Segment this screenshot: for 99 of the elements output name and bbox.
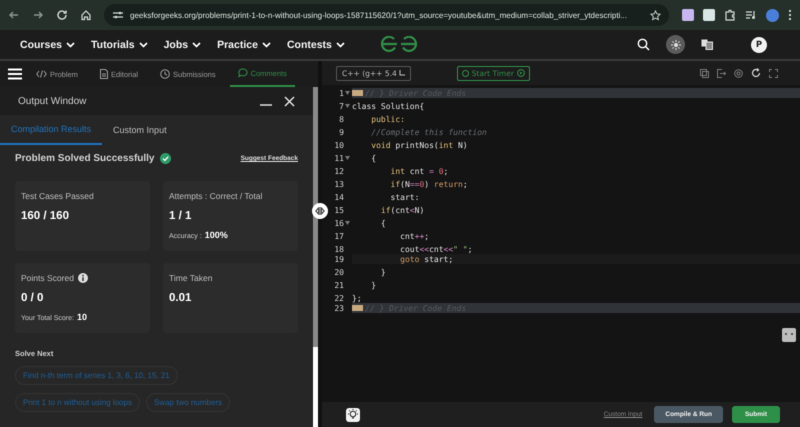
line-number: 1 [339,88,344,98]
card-value: 0 / 0 [21,292,44,304]
fold-arrow-icon[interactable] [345,91,350,95]
code-line: if(N==0) return; [390,180,468,188]
resize-arrows-icon[interactable] [315,207,325,215]
fold-arrow-icon[interactable] [345,221,350,225]
robot-icon[interactable] [782,328,796,342]
nav-menu[interactable]: Jobs [164,38,202,50]
chevron-down-icon[interactable] [336,42,345,48]
translate-icon[interactable] [701,39,713,50]
card-label: Time Taken [169,273,212,283]
logo-icon[interactable] [380,36,418,52]
back-icon[interactable] [8,9,20,21]
code-line: } [380,268,386,276]
chat-icon [238,68,248,78]
line-number: 9 [339,128,344,136]
line-number: 12 [334,166,344,176]
code-line: //Complete this function [370,128,487,136]
card-value: 160 / 160 [21,210,70,222]
line-number: 11 [334,154,344,162]
line-number: 23 [334,304,344,312]
line-number: 17 [334,232,344,240]
code-line: cout<<cnt<<" "; [399,244,472,254]
nav-menu[interactable]: Practice [217,38,271,50]
reload-icon[interactable] [56,9,68,21]
play-icon [516,69,525,77]
forward-icon[interactable] [32,9,44,21]
fold-arrow-icon[interactable] [345,156,350,160]
export-icon[interactable] [717,68,726,78]
line-number: 16 [334,218,344,228]
site-info-icon[interactable] [112,10,124,20]
fold-marker-icon[interactable] [352,90,363,96]
card-sub-value: 10 [76,312,87,322]
address-bar[interactable]: geeksforgeeks.org/problems/print-1-to-n-without-using-loops-1587115620/1?utm_source=youtube&utm_medium=collab_striver_ytdescripti... [104,4,669,26]
fullscreen-icon[interactable] [769,68,778,78]
check-circle-icon [160,153,170,164]
card-value: 1 / 1 [169,210,192,222]
menu-icon[interactable] [788,9,792,21]
profile-avatar[interactable]: P [751,36,767,52]
card-value: 0.01 [169,292,192,304]
line-number: 10 [334,140,344,150]
line-number: 19 [334,254,344,264]
line-number: 13 [334,180,344,188]
reset-icon[interactable] [751,68,761,78]
code-line: { [380,218,386,228]
close-icon[interactable] [284,96,295,106]
settings-icon[interactable] [734,68,743,78]
tab[interactable]: Custom Input [102,115,178,145]
line-number: 22 [334,294,344,302]
caret-icon [398,70,405,76]
code-line: goto start; [399,254,454,264]
scrollbar-thumb[interactable] [313,87,318,347]
chevron-down-icon[interactable] [262,42,271,48]
code-line: } [370,280,376,290]
code-line: cnt++; [399,232,430,240]
info-icon[interactable] [78,273,88,283]
menu-icon[interactable] [8,68,22,80]
line-number: 21 [334,280,344,290]
home-icon[interactable] [80,9,92,21]
avatar-icon[interactable] [766,8,779,22]
document-icon [100,69,108,79]
line-number: 18 [334,244,344,254]
media-icon[interactable] [745,10,757,20]
window-title: Output Window [18,96,86,106]
copy-icon[interactable] [700,68,709,78]
nav-menu[interactable]: Courses [20,38,76,50]
star-icon[interactable] [650,10,661,20]
fold-arrow-icon[interactable] [345,104,350,108]
sun-icon[interactable] [670,40,680,50]
code-line: public: [370,114,405,124]
code-line: if(cnt<N) [380,206,424,214]
code-line: int cnt = 0; [390,166,448,176]
card-label: Test Cases Passed [21,191,94,201]
puzzle-icon[interactable] [724,9,736,21]
card-sub-value: 100% [204,230,228,240]
code-line: void printNos(int N) [370,140,468,150]
nav-menu[interactable]: Tutorials [91,38,148,50]
code-icon [36,70,47,78]
code-line: { [370,154,376,162]
fold-marker-icon[interactable] [352,305,363,311]
clock-icon [160,69,170,79]
code-line: }; [352,294,362,302]
line-number: 8 [339,114,344,124]
timer-icon [462,69,469,77]
chevron-down-icon[interactable] [66,42,76,48]
theme-toggle[interactable] [666,35,685,54]
code-line: class Solution{ [352,102,424,110]
status-message: Problem Solved Successfully [15,153,154,164]
chevron-down-icon[interactable] [138,42,148,48]
search-icon[interactable] [637,38,650,51]
card-label: Attempts : Correct / Total [169,191,262,201]
line-number: 7 [339,102,344,110]
line-number: 20 [334,268,344,276]
chevron-down-icon[interactable] [192,42,202,48]
line-number: 14 [334,192,344,202]
nav-menu[interactable]: Contests [286,38,345,50]
line-number: 15 [334,206,344,214]
code-line: start: [390,192,420,202]
card-label: Points Scored [21,273,74,283]
